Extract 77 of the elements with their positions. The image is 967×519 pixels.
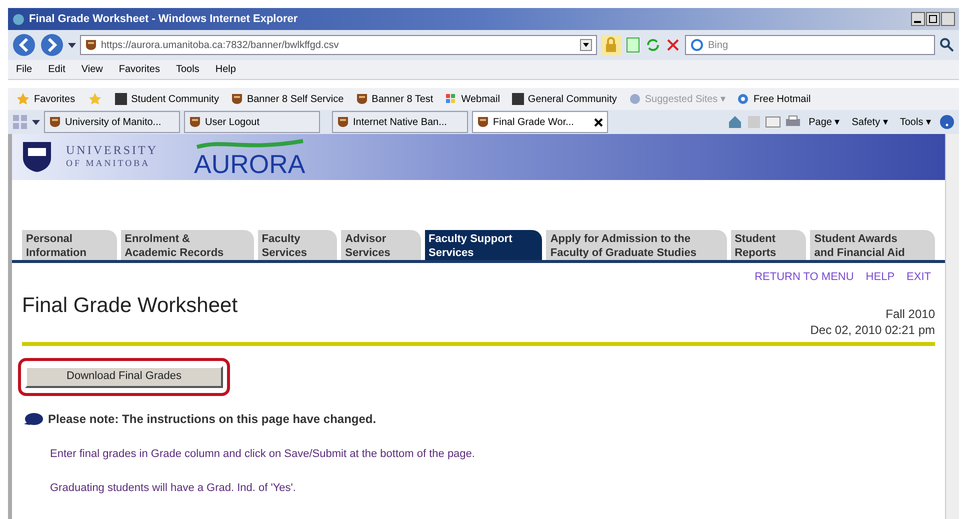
menu-item[interactable]: Help (215, 62, 236, 77)
instruction-text: Graduating students will have a Grad. Ind. of 'Yes'. (49, 481, 297, 496)
university-name: OF MANITOBA (66, 157, 152, 170)
aurora-swoosh-icon (194, 137, 305, 151)
menu-item[interactable]: Favorites (118, 62, 160, 77)
nav-tab[interactable]: Apply for Admission to the Faculty of Graduate Studies (546, 230, 727, 260)
browser-tab[interactable]: Internet Native Ban... (332, 111, 468, 133)
browser-tab[interactable]: User Logout (184, 111, 320, 133)
term-label: Fall 2010 (886, 306, 935, 322)
favorite-link[interactable]: General Community (528, 92, 617, 106)
nav-tab[interactable]: Faculty Support Services (424, 230, 542, 260)
command-menu[interactable]: Tools ▾ (900, 114, 931, 130)
download-button[interactable]: Download Final Grades (25, 366, 223, 388)
page-title: Final Grade Worksheet (22, 292, 238, 318)
address-field[interactable]: https://aurora.umanitoba.ca:7832/banner/bwlkffgd.csv (80, 35, 597, 55)
window-controls-icon[interactable] (911, 12, 955, 26)
instruction-text: Enter final grades in Grade column and click on Save/Submit at the bottom of the page. (49, 446, 476, 462)
crest-icon (49, 116, 61, 128)
crest-icon (337, 116, 349, 128)
nav-tab[interactable]: Student Awards and Financial Aid (810, 230, 936, 260)
browser-tab[interactable]: Final Grade Wor... (472, 111, 608, 133)
url-text: https://aurora.umanitoba.ca:7832/banner/bwlkffgd.csv (101, 38, 339, 52)
note-text: Please note: The instructions on this page have changed. (48, 410, 376, 428)
search-box[interactable]: Bing (685, 35, 935, 55)
stop-icon[interactable] (665, 37, 681, 53)
dropdown-icon[interactable] (32, 118, 40, 126)
command-menu[interactable]: Safety ▾ (852, 114, 888, 130)
university-crest-icon (20, 140, 54, 174)
favorites-label[interactable]: Favorites (34, 92, 76, 106)
timestamp: Dec 02, 2010 02:21 pm (810, 322, 935, 338)
printer-icon[interactable] (784, 115, 801, 129)
tab-title: Internet Native Ban... (353, 116, 447, 130)
nav-tab[interactable]: Faculty Services (258, 230, 338, 260)
nav-tab[interactable]: Advisor Services (341, 230, 421, 260)
aurora-logo-text: AURORA (194, 151, 306, 177)
tab-title: University of Manito... (65, 116, 162, 130)
favorite-link[interactable]: Webmail (461, 92, 500, 106)
dropdown-icon[interactable] (580, 39, 592, 51)
nav-tab[interactable]: Enrolment & Academic Records (120, 230, 254, 260)
home-icon[interactable] (726, 114, 743, 130)
header-link[interactable]: HELP (866, 269, 895, 286)
window-title: Final Grade Worksheet - Windows Internet Explorer (29, 12, 298, 27)
menu-item[interactable]: Tools (176, 62, 200, 77)
nav-tab[interactable]: Student Reports (730, 230, 806, 260)
back-icon[interactable] (12, 33, 36, 57)
favorite-link[interactable]: Student Community (131, 92, 219, 106)
tab-title: Final Grade Wor... (493, 116, 574, 130)
bing-icon (690, 39, 704, 51)
crest-icon (477, 116, 489, 128)
dropdown-icon[interactable] (68, 41, 76, 49)
refresh-icon[interactable] (645, 37, 661, 53)
menu-item[interactable]: View (81, 62, 103, 77)
crest-icon (356, 93, 368, 105)
info-icon (22, 412, 44, 426)
forward-icon[interactable] (40, 33, 64, 57)
menu-item[interactable]: Edit (48, 62, 66, 77)
tab-title: User Logout (205, 116, 260, 130)
header-link[interactable]: RETURN TO MENU (754, 269, 854, 286)
favorite-link[interactable]: Banner 8 Self Service (246, 92, 344, 106)
nav-tab[interactable]: Personal Information (22, 230, 117, 260)
menu-item[interactable]: File (16, 62, 32, 77)
crest-icon (189, 116, 201, 128)
crest-icon (230, 93, 243, 105)
scrollbar[interactable] (945, 134, 959, 519)
header-link[interactable]: EXIT (906, 269, 931, 286)
favorite-link[interactable]: Banner 8 Test (372, 92, 434, 106)
command-menu[interactable]: Page ▾ (808, 114, 840, 130)
browser-tab[interactable]: University of Manito... (44, 111, 180, 133)
star-icon (16, 92, 30, 106)
favorite-link[interactable]: Free Hotmail (753, 92, 811, 106)
search-field[interactable]: Bing (708, 37, 930, 53)
windows-flag-icon (445, 93, 458, 105)
university-name: UNIVERSITY (66, 144, 158, 157)
search-icon[interactable] (939, 37, 955, 53)
lock-icon (601, 35, 621, 55)
close-icon[interactable] (594, 118, 603, 126)
crest-icon (85, 39, 97, 51)
